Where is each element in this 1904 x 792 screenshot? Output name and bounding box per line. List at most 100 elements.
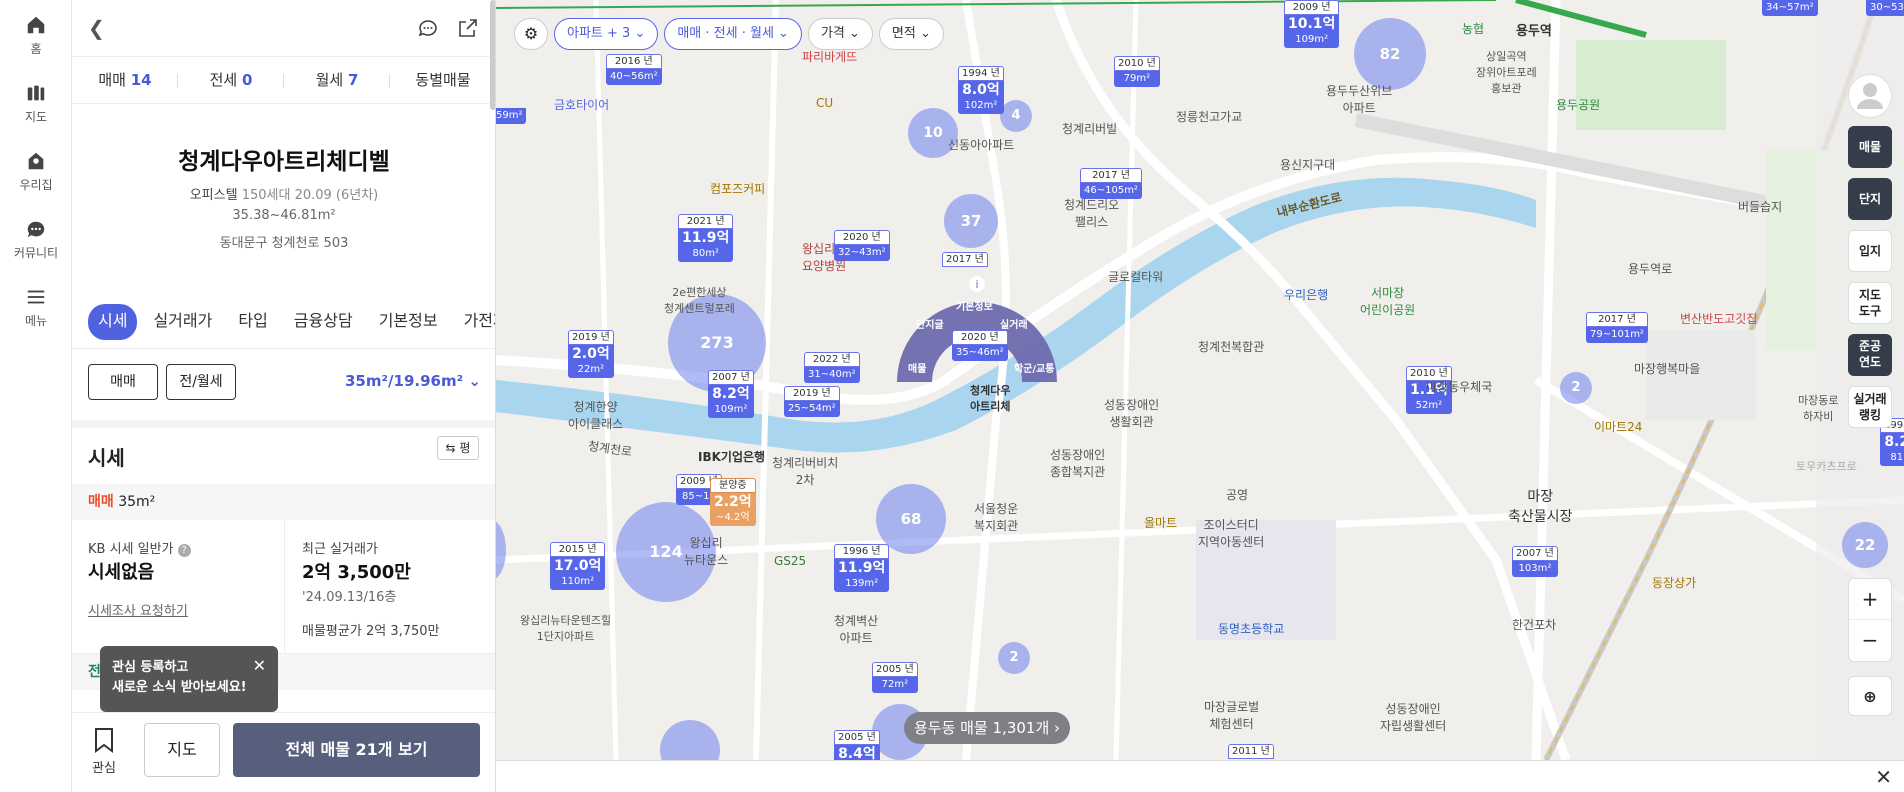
poi-label: CU bbox=[816, 96, 834, 110]
nav-map-label: 지도 bbox=[24, 110, 48, 124]
poi-label: 청계리버비치 2차 bbox=[772, 456, 839, 487]
complex-marker[interactable]: 34~57m² bbox=[1762, 0, 1818, 16]
selected-complex-marker[interactable]: 2020 년 35~46m² bbox=[952, 330, 1008, 361]
nav-home[interactable]: 홈 bbox=[0, 14, 72, 57]
tab-sale[interactable]: 매매 14 bbox=[72, 57, 178, 103]
poi-label: 동명초등학교 bbox=[1218, 622, 1285, 636]
built-year-button[interactable]: 준공 연도 bbox=[1848, 334, 1892, 376]
zoom-out-button[interactable]: − bbox=[1849, 619, 1891, 660]
complex-marker[interactable]: 30~53m² bbox=[1866, 0, 1904, 16]
close-icon[interactable]: ✕ bbox=[253, 656, 266, 676]
area-select[interactable]: 35m²/19.96m² ⌄ bbox=[345, 372, 481, 390]
presale-marker[interactable]: 분양중 2.2억 ~4.2억 bbox=[710, 478, 756, 526]
tab-finance[interactable]: 금융상담 bbox=[284, 304, 363, 340]
recent-value: 2억 3,500만 bbox=[302, 562, 411, 583]
complex-marker[interactable]: 2011 년 bbox=[1228, 744, 1274, 759]
chat-icon[interactable] bbox=[416, 16, 440, 40]
request-survey-link[interactable]: 시세조사 요청하기 bbox=[88, 600, 188, 619]
fan-transactions[interactable]: 실거래 bbox=[1000, 316, 1028, 331]
chevron-down-icon: ⌄ bbox=[468, 372, 481, 390]
cluster-marker[interactable]: 37 bbox=[944, 194, 998, 248]
poi-label: 마장동로 하자비 bbox=[1798, 394, 1839, 423]
complex-marker[interactable]: 2016 년 40~56m² bbox=[606, 54, 662, 85]
cluster-marker[interactable]: 4 bbox=[1000, 100, 1032, 132]
profile-avatar[interactable] bbox=[1848, 74, 1892, 118]
nav-menu[interactable]: 메뉴 bbox=[0, 286, 72, 329]
fan-listings[interactable]: 매물 bbox=[908, 360, 926, 375]
layer-location-button[interactable]: 입지 bbox=[1848, 230, 1892, 272]
complex-marker[interactable]: 1994 년 8.0억 102m² bbox=[958, 66, 1004, 114]
transaction-ranking-button[interactable]: 실거래 랭킹 bbox=[1848, 386, 1892, 428]
complex-marker[interactable]: 59m² bbox=[496, 108, 527, 124]
complex-marker[interactable]: 2007 년 8.2억 109m² bbox=[708, 370, 754, 418]
complex-marker[interactable]: 2021 년 11.9억 80m² bbox=[678, 214, 734, 262]
sale-filter-button[interactable]: 매매 bbox=[88, 364, 158, 400]
poi-label: 이마트24 bbox=[1594, 420, 1643, 434]
area-listing-count-pill[interactable]: 용두동 매물 1,301개 › bbox=[904, 712, 1070, 744]
rent-filter-button[interactable]: 전/월세 bbox=[166, 364, 236, 400]
complex-marker[interactable]: 2019 년 2.0억 22m² bbox=[568, 330, 614, 378]
complex-marker[interactable]: 2022 년 31~40m² bbox=[804, 352, 860, 383]
zoom-in-button[interactable]: + bbox=[1849, 579, 1891, 619]
layer-listings-button[interactable]: 매물 bbox=[1848, 126, 1892, 168]
selected-complex-name: 청계다우 아트리체 bbox=[970, 384, 1011, 413]
tab-appliances[interactable]: 가전제 bbox=[454, 304, 495, 340]
complex-marker[interactable]: 2019 년 25~54m² bbox=[784, 386, 840, 417]
map-tools-button[interactable]: 지도 도구 bbox=[1848, 282, 1892, 324]
unit-toggle-button[interactable]: ⇆ 평 bbox=[437, 436, 479, 460]
filter-area[interactable]: 면적 ⌄ bbox=[878, 18, 944, 50]
poi-label: 동장상가 bbox=[1652, 576, 1697, 590]
tab-by-building[interactable]: 동별매물 bbox=[390, 57, 495, 103]
poi-label: 왕십리뉴타운텐즈힐 1단지아파트 bbox=[520, 614, 612, 643]
share-icon[interactable] bbox=[456, 16, 480, 40]
nav-community[interactable]: 커뮤니티 bbox=[0, 218, 72, 261]
complex-marker[interactable]: 2007 년 103m² bbox=[1512, 546, 1558, 577]
tab-price[interactable]: 시세 bbox=[88, 304, 138, 340]
fan-basic-info[interactable]: 기본정보 bbox=[956, 298, 993, 313]
filter-deal-type[interactable]: 매매 · 전세 · 월세 ⌄ bbox=[664, 18, 802, 50]
deal-row-header: 매매 35m² bbox=[72, 484, 495, 520]
view-all-listings-button[interactable]: 전체 매물 21개 보기 bbox=[233, 723, 480, 777]
tab-jeonse[interactable]: 전세 0 bbox=[178, 57, 284, 103]
close-icon[interactable]: ✕ bbox=[1875, 765, 1892, 789]
poi-label: 한건포차 bbox=[1512, 618, 1557, 632]
complex-marker[interactable]: 2017 년 46~105m² bbox=[1080, 168, 1142, 199]
my-location-button[interactable]: ⊕ bbox=[1848, 676, 1892, 716]
tab-type[interactable]: 타입 bbox=[228, 304, 277, 340]
complex-marker[interactable]: 2009 년 10.1억 109m² bbox=[1284, 0, 1340, 48]
cluster-marker[interactable]: 22 bbox=[1842, 522, 1888, 568]
nav-myhome[interactable]: 우리집 bbox=[0, 150, 72, 193]
complex-marker[interactable]: 1996 년 11.9억 139m² bbox=[834, 544, 890, 592]
tab-transactions[interactable]: 실거래가 bbox=[143, 304, 222, 340]
complex-marker[interactable]: 2005 년 72m² bbox=[872, 662, 918, 693]
fan-school-transit[interactable]: 학군/교통 bbox=[1014, 360, 1054, 375]
fan-complex-posts[interactable]: 단지글 bbox=[916, 316, 944, 331]
poi-label: 공영 bbox=[1226, 488, 1249, 502]
complex-marker[interactable]: 2005 년 8.4억 bbox=[834, 730, 880, 760]
svg-text:i: i bbox=[975, 278, 978, 291]
poi-label: 올마트 bbox=[1144, 516, 1178, 530]
filter-price[interactable]: 가격 ⌄ bbox=[807, 18, 873, 50]
back-icon[interactable]: ❮ bbox=[88, 16, 105, 40]
tab-basic-info[interactable]: 기본정보 bbox=[369, 304, 448, 340]
complex-marker[interactable]: 2010 년 79m² bbox=[1114, 56, 1160, 87]
cluster-marker[interactable]: 2 bbox=[998, 642, 1030, 674]
filter-settings-button[interactable]: ⚙ bbox=[514, 18, 548, 50]
cluster-marker[interactable]: 82 bbox=[1354, 18, 1426, 90]
complex-marker[interactable]: 2015 년 17.0억 110m² bbox=[550, 542, 606, 590]
cluster-marker[interactable]: 2 bbox=[1560, 372, 1592, 404]
layer-complex-button[interactable]: 단지 bbox=[1848, 178, 1892, 220]
complex-marker[interactable]: 2017 년 79~101m² bbox=[1586, 312, 1648, 343]
tab-monthly[interactable]: 월세 7 bbox=[284, 57, 390, 103]
help-icon[interactable]: ? bbox=[177, 544, 191, 557]
favorite-button[interactable]: 관심 bbox=[86, 727, 122, 776]
nav-map[interactable]: 지도 bbox=[0, 82, 72, 125]
map-button[interactable]: 지도 bbox=[144, 723, 220, 777]
poi-label: 성동장애인 종합복지관 bbox=[1050, 448, 1106, 479]
map-canvas[interactable]: ⚙ 아파트 + 3 ⌄ 매매 · 전세 · 월세 ⌄ 가격 ⌄ 면적 ⌄ 273… bbox=[496, 0, 1904, 760]
poi-label: 용두역로 bbox=[1628, 262, 1673, 276]
poi-label: 금호타이어 bbox=[554, 98, 610, 112]
deal-type-tabs: 매매 14 전세 0 월세 7 동별매물 bbox=[72, 56, 495, 104]
filter-property-type[interactable]: 아파트 + 3 ⌄ bbox=[554, 18, 659, 50]
poi-label: 신동아아파트 bbox=[948, 138, 1015, 152]
